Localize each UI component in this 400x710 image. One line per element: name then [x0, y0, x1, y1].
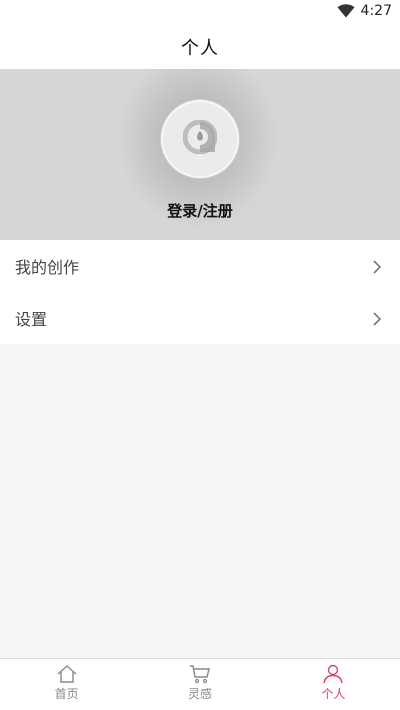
- app-screen: 4:27 个人 登录/注册 我的创作 设置 首页 灵感 个人: [0, 0, 400, 710]
- avatar-placeholder-icon: [182, 119, 218, 158]
- nav-label: 灵感: [187, 687, 212, 701]
- menu-item-my-creations[interactable]: 我的创作: [0, 240, 400, 292]
- home-icon: [56, 664, 78, 684]
- status-bar: 4:27: [0, 0, 400, 24]
- title-bar: 个人: [0, 24, 400, 69]
- nav-label: 个人: [321, 687, 346, 701]
- bottom-nav: 首页 灵感 个人: [0, 658, 400, 710]
- menu-item-settings[interactable]: 设置: [0, 292, 400, 344]
- menu-item-label: 设置: [15, 310, 48, 329]
- status-icons: 4:27: [337, 3, 392, 19]
- chevron-right-icon: [370, 259, 384, 274]
- person-icon: [322, 664, 344, 684]
- page-title: 个人: [181, 37, 219, 59]
- menu-list: 我的创作 设置: [0, 240, 400, 344]
- nav-item-profile[interactable]: 个人: [267, 659, 400, 710]
- nav-label: 首页: [54, 687, 79, 701]
- wifi-icon: [337, 4, 355, 18]
- nav-item-home[interactable]: 首页: [0, 659, 133, 710]
- login-register-link[interactable]: 登录/注册: [0, 200, 400, 221]
- cart-icon: [189, 664, 211, 684]
- chevron-right-icon: [370, 311, 384, 326]
- status-time: 4:27: [360, 3, 392, 19]
- menu-item-label: 我的创作: [15, 258, 80, 277]
- nav-item-inspiration[interactable]: 灵感: [133, 659, 266, 710]
- avatar[interactable]: [160, 99, 240, 179]
- profile-header[interactable]: 登录/注册: [0, 69, 400, 240]
